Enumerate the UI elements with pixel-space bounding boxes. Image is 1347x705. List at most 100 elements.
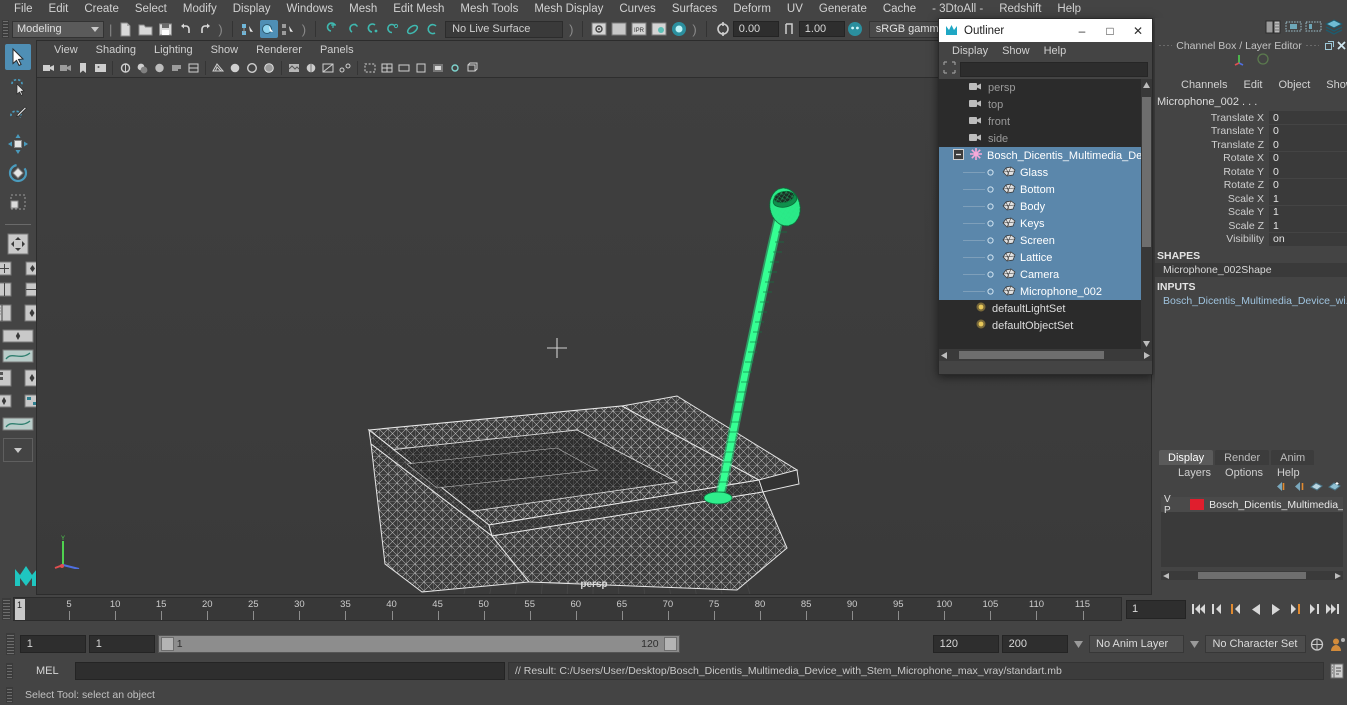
menu-generate[interactable]: Generate <box>811 0 875 18</box>
layer-row[interactable]: V P Bosch_Dicentis_Multimedia_De <box>1161 494 1343 516</box>
ipr-render-icon[interactable]: IPR <box>630 20 648 38</box>
outliner-menu-help[interactable]: Help <box>1037 45 1074 57</box>
select-tool-button[interactable] <box>5 44 31 70</box>
rotate-manip-icon[interactable] <box>1256 52 1270 69</box>
make-live-icon[interactable] <box>423 20 441 38</box>
channel-row-translate-y[interactable]: Translate Y 0 <box>1155 124 1347 139</box>
layer-name[interactable]: Bosch_Dicentis_Multimedia_De <box>1209 499 1343 511</box>
scale-tool-button[interactable] <box>5 189 31 215</box>
image-plane-icon[interactable] <box>92 60 108 76</box>
attribute-value[interactable]: 0 <box>1269 111 1347 125</box>
current-frame-field[interactable]: 1 <box>1126 599 1186 619</box>
viewport-menu-panels[interactable]: Panels <box>311 44 363 56</box>
four-view-layout-button[interactable] <box>5 231 31 257</box>
bookmark-icon[interactable] <box>75 60 91 76</box>
range-start-field[interactable]: 1 <box>19 635 86 653</box>
time-slider-track[interactable]: 1 5 10 15 20 25 30 35 40 45 50 55 60 65 70 75 80 85 90 95 1… <box>13 597 1122 621</box>
ambient-occlusion-icon[interactable] <box>151 60 167 76</box>
command-line-grip[interactable] <box>6 663 13 679</box>
channel-row-rotate-x[interactable]: Rotate X 0 <box>1155 151 1347 166</box>
tab-render[interactable]: Render <box>1215 450 1270 465</box>
go-to-start-icon[interactable] <box>1190 599 1208 619</box>
character-set-chevron[interactable] <box>1187 635 1202 653</box>
wireframe-on-shaded-icon[interactable] <box>261 60 277 76</box>
scroll-left-arrow-icon[interactable] <box>1163 570 1169 582</box>
time-slider-grip[interactable] <box>2 598 11 620</box>
menu-deform[interactable]: Deform <box>725 0 779 18</box>
outliner-item-keys[interactable]: Keys <box>939 215 1152 232</box>
rotate-tool-button[interactable] <box>5 160 31 186</box>
menu-edit[interactable]: Edit <box>41 0 77 18</box>
tab-anim[interactable]: Anim <box>1271 450 1315 465</box>
outliner-item-bosch-group[interactable]: Bosch_Dicentis_Multimedia_Device <box>939 147 1152 164</box>
anim-layer-chevron[interactable] <box>1071 635 1086 653</box>
move-tool-button[interactable] <box>5 131 31 157</box>
viewport-menu-lighting[interactable]: Lighting <box>145 44 202 56</box>
panel-undock-icon[interactable] <box>1323 40 1335 52</box>
multisample-icon[interactable] <box>185 60 201 76</box>
panel-close-icon[interactable] <box>1335 40 1347 52</box>
outliner-close-button[interactable]: ✕ <box>1124 20 1152 42</box>
persp-outliner-wide-layout-button[interactable] <box>1 327 35 344</box>
move-manip-icon[interactable] <box>1232 52 1246 69</box>
outliner-persp-layout-button[interactable] <box>0 304 17 321</box>
persp-graph-layout-button[interactable] <box>1 347 35 364</box>
exposure-reset-icon[interactable] <box>714 20 732 38</box>
attribute-value[interactable]: 0 <box>1269 151 1347 165</box>
open-scene-icon[interactable] <box>136 20 154 38</box>
camera-attributes-icon[interactable] <box>58 60 74 76</box>
character-set-combo[interactable]: No Character Set <box>1205 635 1307 653</box>
next-key-icon[interactable] <box>1285 599 1303 619</box>
redo-icon[interactable] <box>196 20 214 38</box>
outliner-item-top[interactable]: top <box>939 96 1152 113</box>
menu-3dtoall[interactable]: - 3DtoAll - <box>924 0 991 18</box>
more-layouts-button[interactable] <box>3 438 33 462</box>
channel-box-menu-show[interactable]: Show <box>1318 79 1347 91</box>
outliner-item-camera[interactable]: Camera <box>939 266 1152 283</box>
attribute-value[interactable]: 0 <box>1269 138 1347 152</box>
attribute-value[interactable]: 0 <box>1269 165 1347 179</box>
menu-curves[interactable]: Curves <box>611 0 663 18</box>
menu-uv[interactable]: UV <box>779 0 811 18</box>
exposure-value-field[interactable]: 0.00 <box>732 21 779 37</box>
render-current-frame-icon[interactable] <box>590 20 608 38</box>
new-layer-from-selected-icon[interactable] <box>1328 481 1341 495</box>
channel-box-input-item[interactable]: Bosch_Dicentis_Multimedia_Device_wi... <box>1155 294 1347 308</box>
color-management-toggle-icon[interactable] <box>670 20 688 38</box>
exposure-icon[interactable] <box>447 60 463 76</box>
snap-to-point-icon[interactable] <box>363 20 381 38</box>
gamma-value-field[interactable]: 1.00 <box>798 21 845 37</box>
viewport-menu-show[interactable]: Show <box>202 44 248 56</box>
menu-mesh[interactable]: Mesh <box>341 0 385 18</box>
save-scene-icon[interactable] <box>156 20 174 38</box>
playback-end-field[interactable]: 200 <box>1001 635 1068 653</box>
outliner-item-default-object-set[interactable]: defaultObjectSet <box>939 317 1152 334</box>
range-end-field[interactable]: 120 <box>932 635 999 653</box>
step-back-icon[interactable] <box>1209 599 1227 619</box>
render-settings-icon[interactable] <box>650 20 668 38</box>
view-transform-toggle-icon[interactable] <box>846 20 864 38</box>
shadows-icon[interactable] <box>134 60 150 76</box>
channel-row-visibility[interactable]: Visibility on <box>1155 232 1347 247</box>
move-layer-up-icon[interactable] <box>1274 481 1287 495</box>
outliner-item-screen[interactable]: Screen <box>939 232 1152 249</box>
outliner-item-body[interactable]: Body <box>939 198 1152 215</box>
gamma-reset-icon[interactable] <box>780 20 798 38</box>
animation-preferences-icon[interactable] <box>1309 634 1326 654</box>
viewcube-icon[interactable] <box>464 60 480 76</box>
attribute-value[interactable]: 1 <box>1269 205 1347 219</box>
scroll-right-arrow-icon[interactable] <box>1335 570 1341 582</box>
outliner-hscroll-thumb[interactable] <box>959 351 1104 359</box>
outliner-minimize-button[interactable]: – <box>1068 20 1096 42</box>
select-by-object-icon[interactable] <box>259 20 278 38</box>
outliner-menu-show[interactable]: Show <box>995 45 1037 57</box>
outliner-filter-icon[interactable] <box>943 61 956 77</box>
paint-select-tool-button[interactable] <box>5 102 31 128</box>
snap-to-projected-center-icon[interactable] <box>383 20 401 38</box>
attribute-editor-icon[interactable] <box>1285 18 1302 38</box>
move-layer-down-icon[interactable] <box>1292 481 1305 495</box>
motion-blur-icon[interactable] <box>168 60 184 76</box>
viewport-menu-view[interactable]: View <box>45 44 87 56</box>
attribute-value[interactable]: 0 <box>1269 124 1347 138</box>
layer-menu-help[interactable]: Help <box>1270 467 1307 479</box>
